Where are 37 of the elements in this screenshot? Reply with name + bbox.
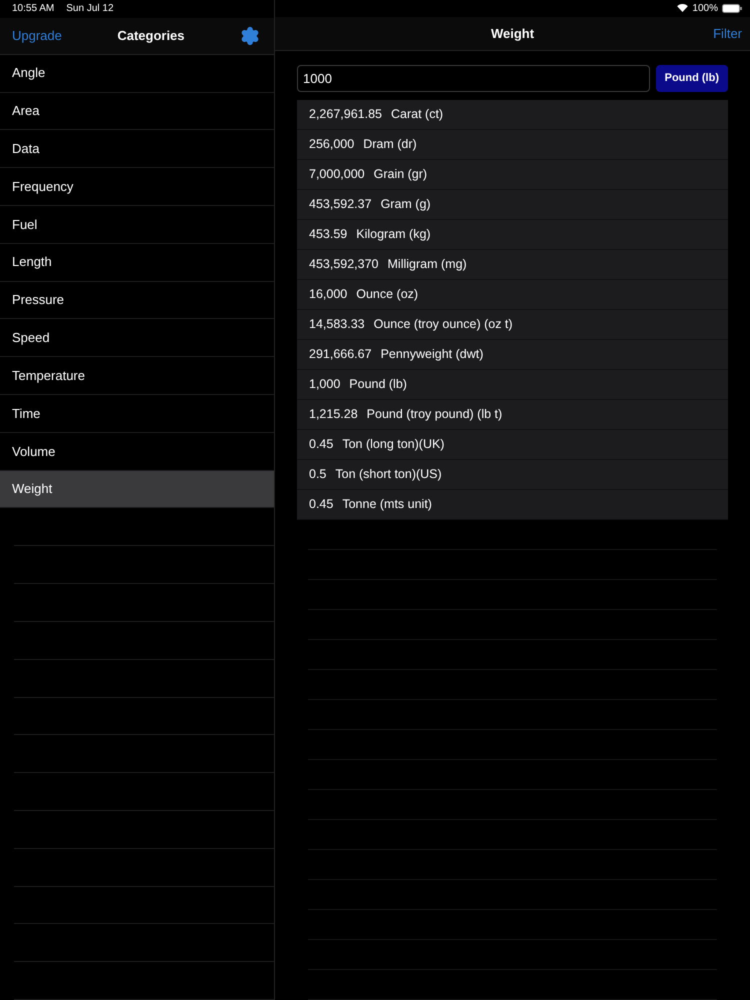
result-row[interactable]: 1,000 Pound (lb): [297, 370, 728, 400]
battery-percent: 100%: [692, 2, 718, 16]
status-time: 10:55 AM: [12, 2, 54, 16]
category-item[interactable]: Angle: [0, 54, 274, 93]
result-row[interactable]: 453.59 Kilogram (kg): [297, 220, 728, 250]
result-row[interactable]: 2,267,961.85 Carat (ct): [297, 100, 728, 130]
result-row[interactable]: 256,000 Dram (dr): [297, 130, 728, 160]
category-item[interactable]: Fuel: [0, 206, 274, 244]
category-item[interactable]: Length: [0, 244, 274, 282]
category-item[interactable]: Time: [0, 395, 274, 433]
result-row[interactable]: 0.5 Ton (short ton)(US): [297, 460, 728, 490]
category-item[interactable]: Pressure: [0, 282, 274, 320]
wifi-icon: [677, 4, 688, 12]
result-row[interactable]: 1,215.28 Pound (troy pound) (lb t): [297, 400, 728, 430]
sidebar-title: Categories: [117, 27, 185, 46]
result-row[interactable]: 291,666.67 Pennyweight (dwt): [297, 340, 728, 370]
category-item[interactable]: Frequency: [0, 168, 274, 206]
filter-button[interactable]: Filter: [702, 24, 742, 44]
result-row[interactable]: 453,592,370 Milligram (mg): [297, 250, 728, 280]
upgrade-button[interactable]: Upgrade: [12, 26, 62, 46]
result-row[interactable]: 7,000,000 Grain (gr): [297, 160, 728, 190]
battery-icon: [722, 4, 742, 13]
category-item[interactable]: Temperature: [0, 357, 274, 396]
amount-input[interactable]: 1000: [297, 65, 650, 92]
unit-button[interactable]: Pound (lb): [656, 65, 728, 92]
result-row[interactable]: 0.45 Ton (long ton)(UK): [297, 430, 728, 460]
result-row[interactable]: 14,583.33 Ounce (troy ounce) (oz t): [297, 310, 728, 340]
result-row[interactable]: 16,000 Ounce (oz): [297, 280, 728, 310]
settings-icon[interactable]: [240, 26, 260, 46]
category-item[interactable]: Area: [0, 92, 274, 130]
detail-title: Weight: [490, 24, 534, 43]
category-item[interactable]: Data: [0, 130, 274, 168]
category-item[interactable]: Weight: [0, 470, 274, 508]
category-item[interactable]: Speed: [0, 319, 274, 358]
status-date: Sun Jul 12: [66, 2, 114, 16]
result-row[interactable]: 0.45 Tonne (mts unit): [297, 490, 728, 520]
result-row[interactable]: 453,592.37 Gram (g): [297, 190, 728, 220]
